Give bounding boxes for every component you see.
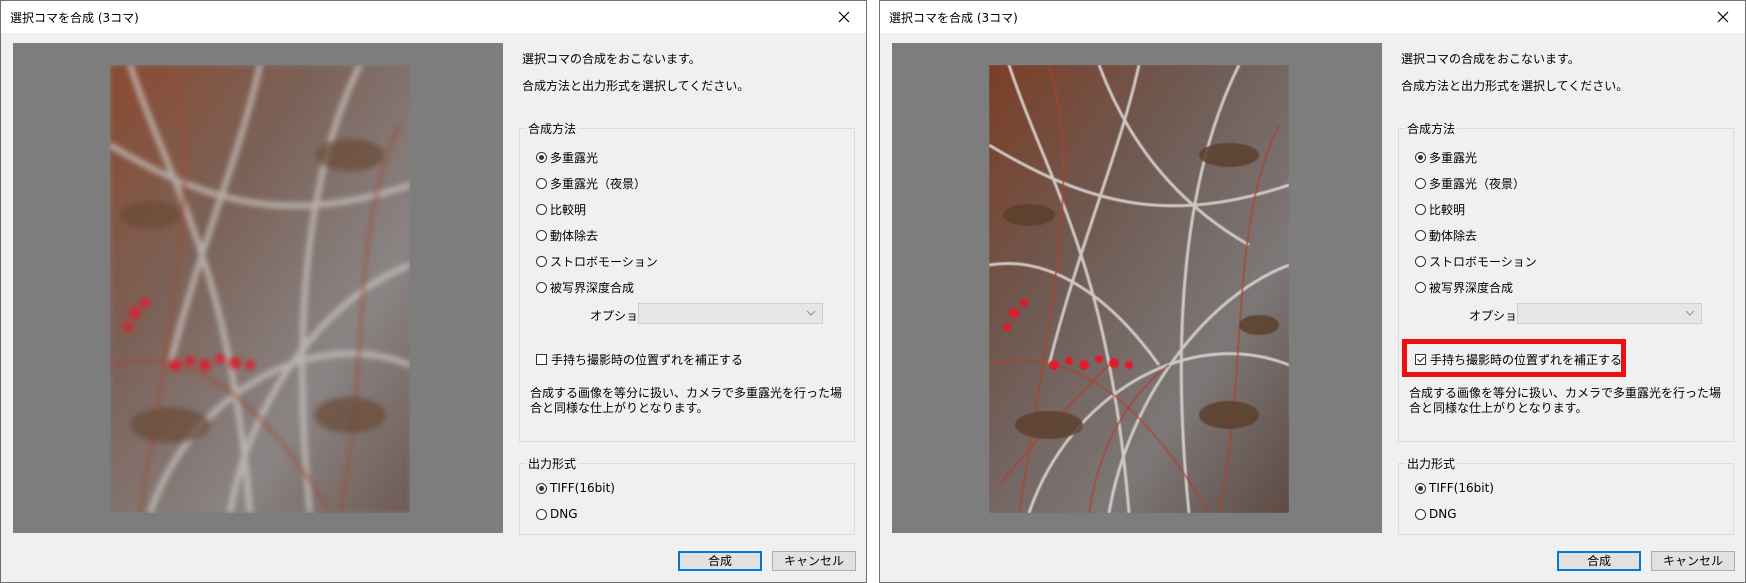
radio-focus-stacking[interactable]: 被写界深度合成 (1415, 279, 1513, 296)
composite-dialog-left: 選択コマを合成 (3コマ) 選択コマの合成をおこないます。 合成方法と出力形式を… (0, 0, 867, 583)
dialog-title: 選択コマを合成 (3コマ) (889, 11, 1018, 25)
radio-label: TIFF(16bit) (1429, 481, 1494, 495)
chevron-down-icon (1685, 310, 1695, 316)
radio-tiff-16bit[interactable]: TIFF(16bit) (1415, 481, 1494, 495)
radio-button[interactable] (536, 508, 547, 520)
radio-button[interactable] (1415, 508, 1426, 520)
radio-label: 比較明 (550, 203, 587, 217)
method-group-legend: 合成方法 (1405, 120, 1458, 137)
close-button[interactable] (1701, 1, 1745, 33)
radio-button[interactable] (1415, 152, 1426, 163)
radio-label: 比較明 (1429, 203, 1466, 217)
radio-tiff-16bit[interactable]: TIFF(16bit) (536, 481, 615, 495)
radio-dng[interactable]: DNG (1415, 507, 1457, 521)
hand-held-correction-checkbox[interactable]: 手持ち撮影時の位置ずれを補正する (1402, 339, 1626, 377)
close-button[interactable] (822, 1, 866, 33)
option-select[interactable] (1517, 303, 1702, 324)
checkbox-label: 手持ち撮影時の位置ずれを補正する (551, 353, 744, 367)
radio-strobe-motion[interactable]: ストロボモーション (536, 253, 658, 270)
close-icon (838, 11, 850, 23)
composite-button[interactable]: 合成 (1557, 551, 1641, 571)
hand-held-correction-checkbox[interactable]: 手持ち撮影時の位置ずれを補正する (536, 351, 743, 368)
option-select[interactable] (638, 303, 823, 324)
method-group: 合成方法 多重露光 多重露光（夜景） 比較明 動体除去 ストロボモーション 被写… (1398, 120, 1734, 442)
radio-multiple-exposure-night[interactable]: 多重露光（夜景） (1415, 175, 1525, 192)
radio-button[interactable] (536, 152, 547, 163)
radio-button[interactable] (1415, 256, 1426, 267)
cancel-button[interactable]: キャンセル (1651, 551, 1735, 571)
intro-line-1: 選択コマの合成をおこないます。 (522, 52, 701, 66)
checkbox[interactable] (1415, 354, 1426, 365)
intro-line-1: 選択コマの合成をおこないます。 (1401, 52, 1580, 66)
radio-label: 動体除去 (550, 229, 599, 243)
composite-button[interactable]: 合成 (678, 551, 762, 571)
radio-multiple-exposure[interactable]: 多重露光 (536, 149, 598, 166)
output-group-legend: 出力形式 (526, 455, 579, 472)
radio-button[interactable] (536, 282, 547, 293)
composite-dialog-right: 選択コマを合成 (3コマ) 選択コマの合成をおこないます。 合成方法と出力形式を… (879, 0, 1746, 583)
output-group-legend: 出力形式 (1405, 455, 1458, 472)
radio-button[interactable] (1415, 178, 1426, 189)
radio-focus-stacking[interactable]: 被写界深度合成 (536, 279, 634, 296)
radio-button[interactable] (1415, 282, 1426, 293)
preview-image (989, 65, 1289, 513)
radio-button[interactable] (536, 482, 547, 494)
radio-lighten[interactable]: 比較明 (1415, 201, 1465, 218)
checkbox-label: 手持ち撮影時の位置ずれを補正する (1430, 353, 1623, 367)
radio-button[interactable] (536, 256, 547, 267)
radio-label: DNG (550, 507, 578, 521)
radio-multiple-exposure[interactable]: 多重露光 (1415, 149, 1477, 166)
preview-area (892, 43, 1382, 533)
intro-line-2: 合成方法と出力形式を選択してください。 (1401, 79, 1629, 93)
chevron-down-icon (806, 310, 816, 316)
radio-moving-object-removal[interactable]: 動体除去 (536, 227, 598, 244)
close-icon (1717, 11, 1729, 23)
radio-label: 多重露光（夜景） (550, 177, 647, 191)
radio-button[interactable] (1415, 230, 1426, 241)
radio-multiple-exposure-night[interactable]: 多重露光（夜景） (536, 175, 646, 192)
preview-area (13, 43, 503, 533)
output-group: 出力形式 TIFF(16bit) DNG (1398, 455, 1734, 535)
radio-label: TIFF(16bit) (550, 481, 615, 495)
radio-label: ストロボモーション (550, 255, 658, 269)
checkbox[interactable] (536, 354, 547, 365)
title-bar: 選択コマを合成 (3コマ) (880, 1, 1745, 33)
radio-dng[interactable]: DNG (536, 507, 578, 521)
intro-line-2: 合成方法と出力形式を選択してください。 (522, 79, 750, 93)
radio-label: 動体除去 (1429, 229, 1478, 243)
radio-button[interactable] (536, 178, 547, 189)
dialog-title: 選択コマを合成 (3コマ) (10, 11, 139, 25)
radio-button[interactable] (536, 204, 547, 215)
radio-button[interactable] (1415, 482, 1426, 494)
output-group: 出力形式 TIFF(16bit) DNG (519, 455, 855, 535)
method-group: 合成方法 多重露光 多重露光（夜景） 比較明 動体除去 ストロボモーション 被写… (519, 120, 855, 442)
radio-label: 多重露光 (550, 151, 599, 165)
radio-label: 被写界深度合成 (550, 281, 635, 295)
method-description: 合成する画像を等分に扱い、カメラで多重露光を行った場合と同様な仕上がりとなります… (530, 386, 843, 415)
radio-button[interactable] (1415, 204, 1426, 215)
radio-moving-object-removal[interactable]: 動体除去 (1415, 227, 1477, 244)
method-group-legend: 合成方法 (526, 120, 579, 137)
radio-strobe-motion[interactable]: ストロボモーション (1415, 253, 1537, 270)
preview-image (110, 65, 410, 513)
radio-label: 多重露光 (1429, 151, 1478, 165)
radio-lighten[interactable]: 比較明 (536, 201, 586, 218)
radio-label: ストロボモーション (1429, 255, 1537, 269)
title-bar: 選択コマを合成 (3コマ) (1, 1, 866, 33)
radio-label: DNG (1429, 507, 1457, 521)
radio-label: 多重露光（夜景） (1429, 177, 1526, 191)
cancel-button[interactable]: キャンセル (772, 551, 856, 571)
radio-button[interactable] (536, 230, 547, 241)
radio-label: 被写界深度合成 (1429, 281, 1514, 295)
method-description: 合成する画像を等分に扱い、カメラで多重露光を行った場合と同様な仕上がりとなります… (1409, 386, 1722, 415)
